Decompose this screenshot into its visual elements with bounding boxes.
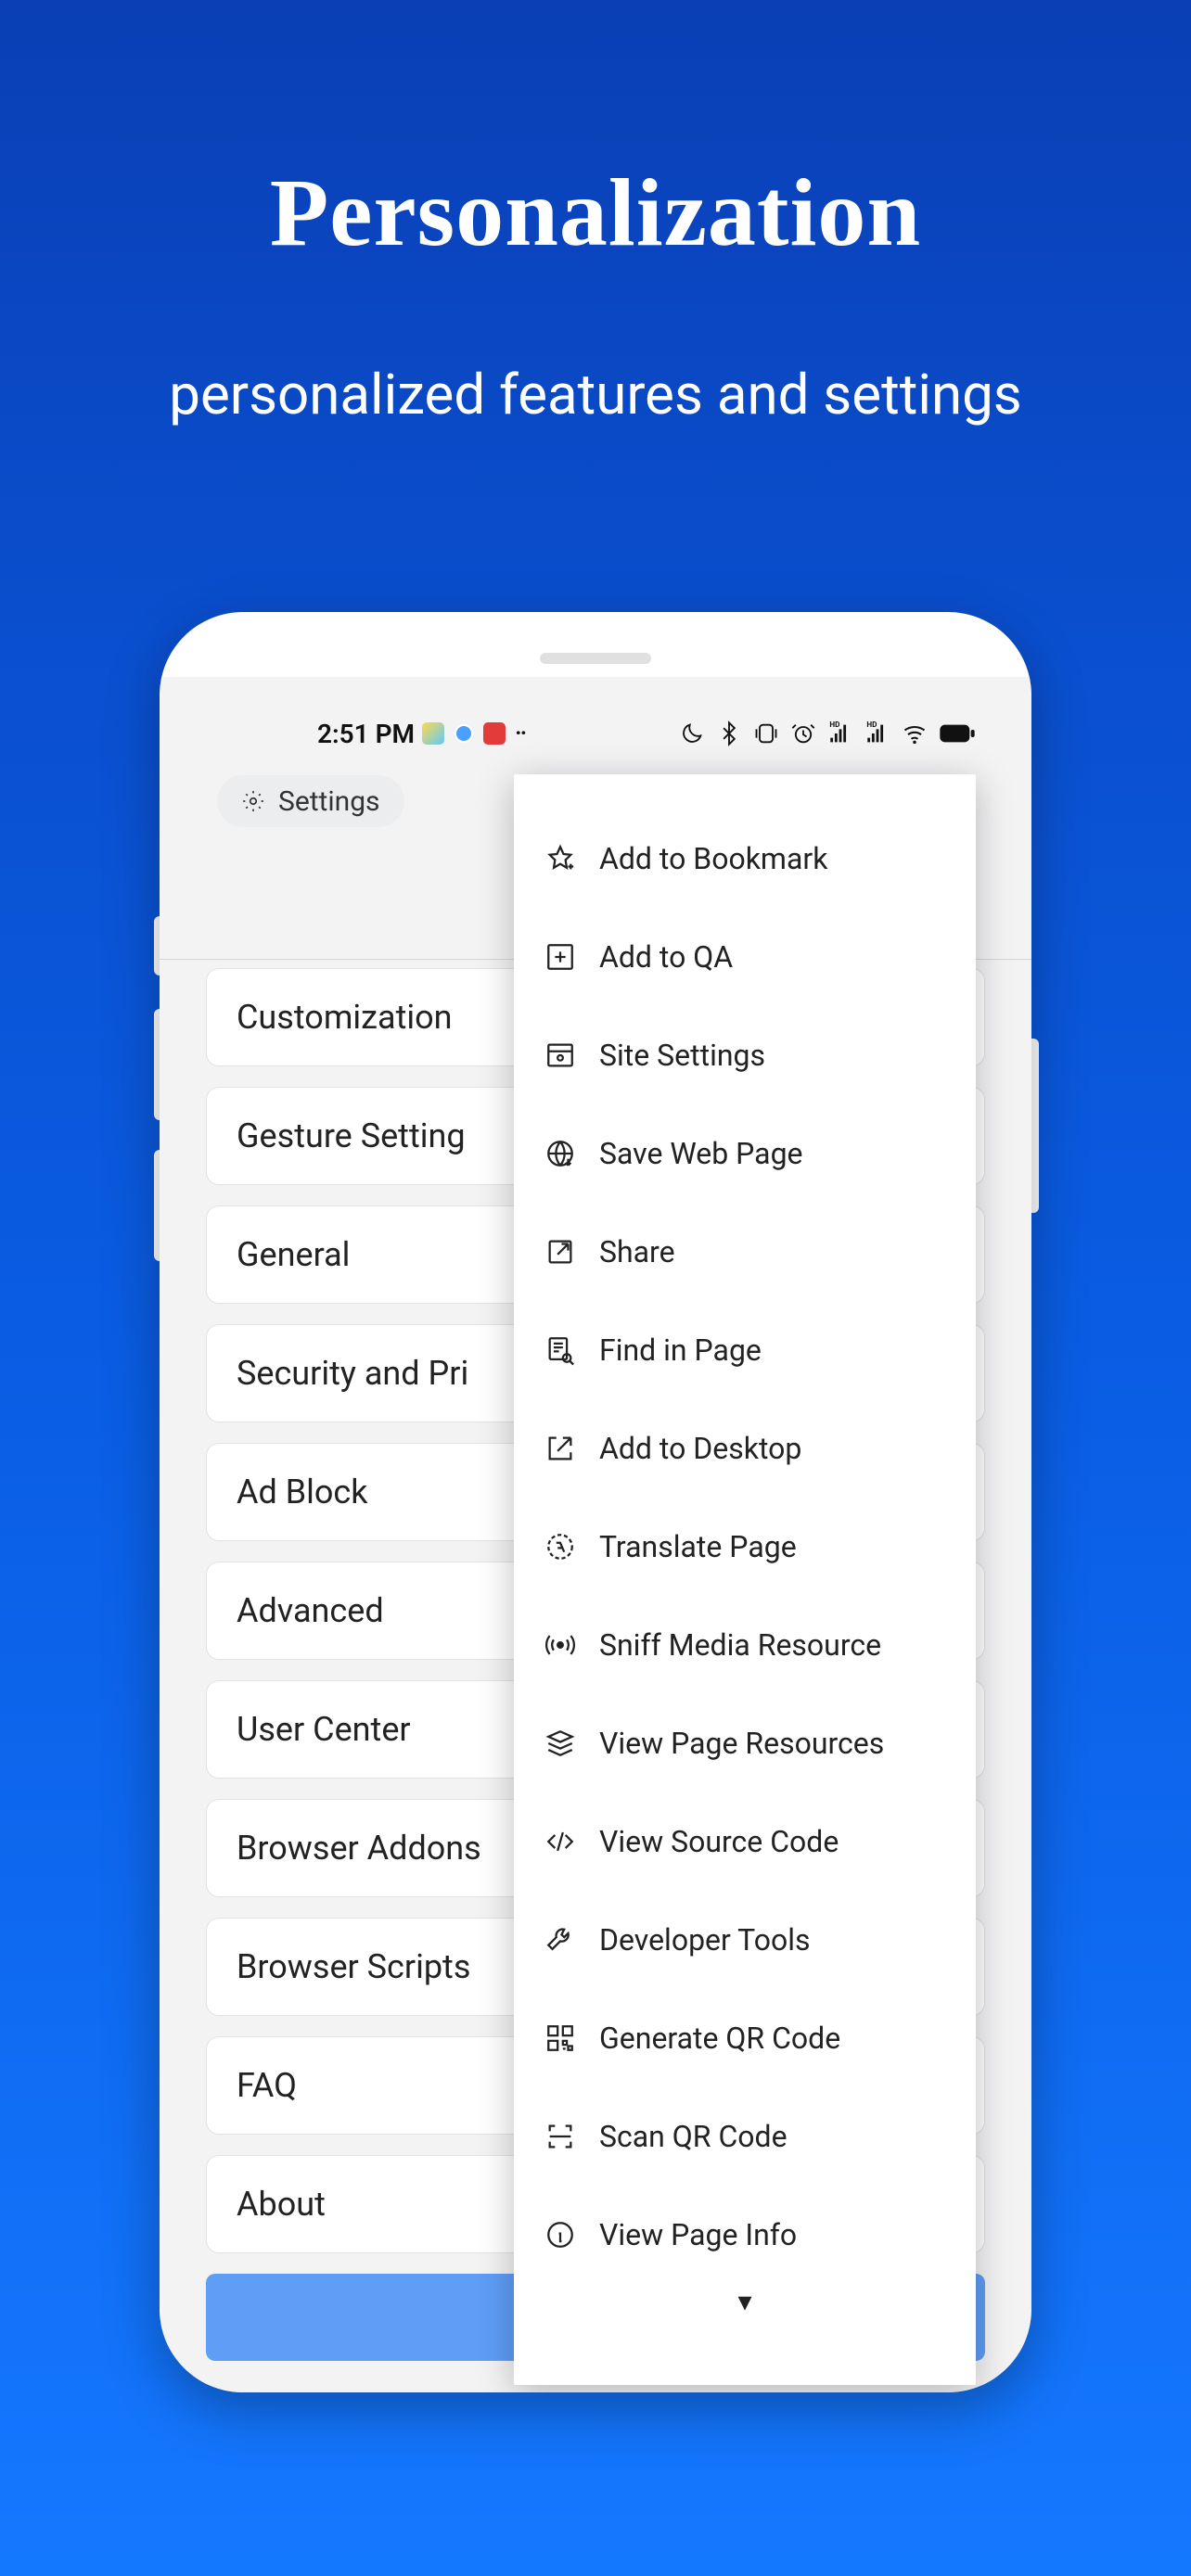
menu-site-settings[interactable]: Site Settings bbox=[514, 1006, 976, 1104]
star-plus-icon bbox=[542, 840, 579, 877]
row-label: Browser Addons bbox=[237, 1829, 481, 1868]
wifi-icon bbox=[902, 721, 928, 746]
menu-label: Generate QR Code bbox=[599, 2021, 840, 2056]
menu-dev-tools[interactable]: Developer Tools bbox=[514, 1891, 976, 1989]
more-notif-icon: ·· bbox=[515, 720, 525, 747]
translate-icon bbox=[542, 1528, 579, 1565]
menu-sniff-media[interactable]: Sniff Media Resource bbox=[514, 1596, 976, 1694]
chevron-down-icon[interactable]: ▾ bbox=[514, 2284, 976, 2318]
code-icon bbox=[542, 1823, 579, 1860]
svg-text:HD: HD bbox=[866, 721, 877, 729]
menu-label: Save Web Page bbox=[599, 1136, 803, 1171]
row-label: Ad Block bbox=[237, 1473, 368, 1511]
radio-icon bbox=[542, 1626, 579, 1664]
phone-frame: 2:51 PM ·· HD HD Settings Customization … bbox=[160, 612, 1031, 2392]
settings-breadcrumb[interactable]: Settings bbox=[217, 775, 404, 827]
menu-label: Scan QR Code bbox=[599, 2119, 788, 2154]
signal-hd-2-icon: HD bbox=[864, 721, 890, 746]
info-icon bbox=[542, 2216, 579, 2253]
status-bar: 2:51 PM ·· HD HD bbox=[160, 712, 1031, 755]
hero-subtitle: personalized features and settings bbox=[0, 362, 1191, 427]
context-menu: Add to Bookmark Add to QA Site Settings … bbox=[514, 774, 976, 2385]
menu-label: Add to Bookmark bbox=[599, 841, 827, 876]
row-label: FAQ bbox=[237, 2066, 297, 2105]
row-label: General bbox=[237, 1235, 350, 1274]
menu-label: View Page Info bbox=[599, 2217, 797, 2252]
menu-save-page[interactable]: Save Web Page bbox=[514, 1104, 976, 1203]
signal-hd-1-icon: HD bbox=[827, 721, 853, 746]
row-label: Gesture Setting bbox=[237, 1116, 466, 1155]
row-label: Browser Scripts bbox=[237, 1947, 470, 1986]
menu-label: Find in Page bbox=[599, 1333, 762, 1368]
row-label: Security and Pri bbox=[237, 1354, 468, 1393]
notif-icon-1 bbox=[422, 722, 444, 745]
row-label: Customization bbox=[237, 998, 453, 1037]
battery-icon bbox=[939, 721, 976, 746]
alarm-icon bbox=[790, 721, 816, 746]
arrow-out-box-icon bbox=[542, 1430, 579, 1467]
doc-search-icon bbox=[542, 1332, 579, 1369]
browser-gear-icon bbox=[542, 1037, 579, 1074]
menu-find-page[interactable]: Find in Page bbox=[514, 1301, 976, 1399]
row-label: About bbox=[237, 2185, 326, 2224]
row-label: Advanced bbox=[237, 1591, 384, 1630]
menu-label: Site Settings bbox=[599, 1038, 765, 1073]
menu-scan-qr[interactable]: Scan QR Code bbox=[514, 2087, 976, 2186]
menu-page-resources[interactable]: View Page Resources bbox=[514, 1694, 976, 1792]
settings-label: Settings bbox=[278, 785, 380, 818]
share-out-icon bbox=[542, 1233, 579, 1270]
menu-label: Translate Page bbox=[599, 1529, 797, 1564]
row-label: User Center bbox=[237, 1710, 411, 1749]
vibrate-icon bbox=[753, 721, 779, 746]
menu-add-bookmark[interactable]: Add to Bookmark bbox=[514, 810, 976, 908]
menu-label: Sniff Media Resource bbox=[599, 1627, 881, 1663]
menu-add-qa[interactable]: Add to QA bbox=[514, 908, 976, 1006]
plus-box-icon bbox=[542, 938, 579, 976]
stack-icon bbox=[542, 1725, 579, 1762]
menu-label: Developer Tools bbox=[599, 1922, 811, 1958]
hero-title: Personalization bbox=[0, 158, 1191, 268]
menu-label: Add to Desktop bbox=[599, 1431, 801, 1466]
menu-label: Add to QA bbox=[599, 939, 733, 975]
notif-icon-3 bbox=[483, 722, 506, 745]
bluetooth-icon bbox=[716, 721, 742, 746]
menu-translate[interactable]: Translate Page bbox=[514, 1498, 976, 1596]
status-time: 2:51 PM bbox=[317, 719, 415, 749]
svg-text:HD: HD bbox=[829, 721, 839, 729]
moon-icon bbox=[679, 721, 705, 746]
notif-icon-2 bbox=[454, 723, 474, 744]
menu-source-code[interactable]: View Source Code bbox=[514, 1792, 976, 1891]
menu-share[interactable]: Share bbox=[514, 1203, 976, 1301]
menu-gen-qr[interactable]: Generate QR Code bbox=[514, 1989, 976, 2087]
scan-icon bbox=[542, 2118, 579, 2155]
globe-down-icon bbox=[542, 1135, 579, 1172]
menu-add-desktop[interactable]: Add to Desktop bbox=[514, 1399, 976, 1498]
status-left-icons: ·· bbox=[422, 720, 525, 747]
menu-page-info[interactable]: View Page Info bbox=[514, 2186, 976, 2284]
gear-icon bbox=[241, 789, 265, 813]
phone-notch bbox=[540, 653, 651, 664]
menu-label: Share bbox=[599, 1234, 675, 1269]
qr-icon bbox=[542, 2020, 579, 2057]
status-right-icons: HD HD bbox=[679, 721, 976, 746]
menu-label: View Source Code bbox=[599, 1824, 839, 1859]
menu-label: View Page Resources bbox=[599, 1726, 884, 1761]
wrench-icon bbox=[542, 1921, 579, 1958]
